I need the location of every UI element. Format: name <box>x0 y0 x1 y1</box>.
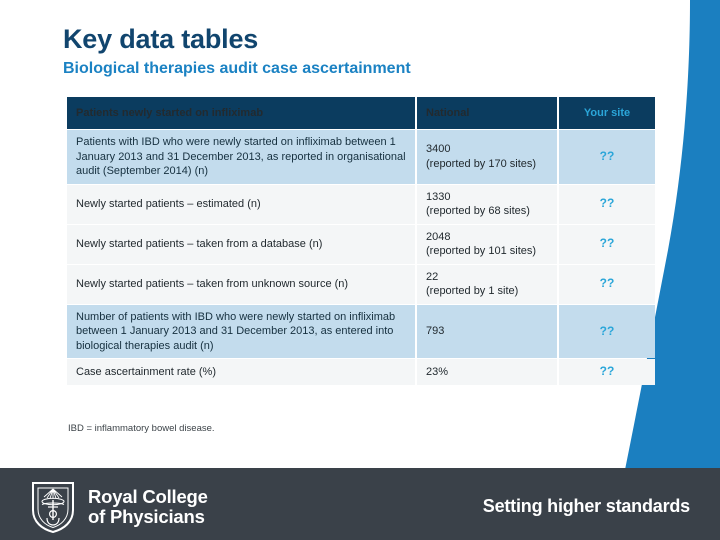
rcp-logo-line1: Royal College <box>88 486 208 508</box>
national-value-note: (reported by 170 sites) <box>426 157 537 170</box>
national-value: 23% <box>426 365 449 378</box>
shield-crest-icon <box>32 482 74 534</box>
national-value-cell: 22 (reported by 1 site) <box>417 264 557 304</box>
your-site-placeholder: ?? <box>559 304 655 359</box>
table-header: Patients newly started on infliximab Nat… <box>67 97 655 129</box>
row-label: Newly started patients – estimated (n) <box>67 184 415 224</box>
national-value-cell: 793 <box>417 304 557 359</box>
table-header-row: Patients newly started on infliximab Nat… <box>67 97 655 129</box>
title-block: Key data tables Biological therapies aud… <box>63 25 623 79</box>
national-value-note: (reported by 1 site) <box>426 285 519 298</box>
table-row: Newly started patients – taken from a da… <box>67 224 655 264</box>
your-site-placeholder: ?? <box>559 264 655 304</box>
table-row: Number of patients with IBD who were new… <box>67 304 655 359</box>
key-data-table-wrapper: Patients newly started on infliximab Nat… <box>65 96 655 386</box>
row-label: Newly started patients – taken from unkn… <box>67 264 415 304</box>
your-site-placeholder: ?? <box>559 224 655 264</box>
column-header-national: National <box>417 97 557 129</box>
table-row: Patients with IBD who were newly started… <box>67 130 655 184</box>
table-row: Newly started patients – estimated (n) 13… <box>67 184 655 224</box>
row-label: Patients with IBD who were newly started… <box>67 130 415 184</box>
national-value-cell: 3400 (reported by 170 sites) <box>417 130 557 184</box>
table-row: Newly started patients – taken from unkn… <box>67 264 655 304</box>
national-value-cell: 1330 (reported by 68 sites) <box>417 184 557 224</box>
national-value-cell: 2048 (reported by 101 sites) <box>417 224 557 264</box>
national-value: 1330 <box>426 190 451 203</box>
column-header-measure: Patients newly started on infliximab <box>67 97 415 129</box>
row-label: Case ascertainment rate (%) <box>67 359 415 386</box>
table-body: Patients with IBD who were newly started… <box>67 130 655 386</box>
national-value-note: (reported by 101 sites) <box>426 245 537 258</box>
column-header-your-site: Your site <box>559 97 655 129</box>
rcp-logo-line2: of Physicians <box>88 506 205 527</box>
page-subtitle: Biological therapies audit case ascertai… <box>63 60 411 78</box>
national-value: 3400 <box>426 143 451 156</box>
footer-tagline: Setting higher standards <box>482 496 690 516</box>
row-label: Newly started patients – taken from a da… <box>67 224 415 264</box>
national-value: 2048 <box>426 230 451 243</box>
row-label: Number of patients with IBD who were new… <box>67 304 415 359</box>
table-row: Case ascertainment rate (%) 23%?? <box>67 359 655 386</box>
national-value: 22 <box>426 270 439 283</box>
rcp-logo: Royal College of Physicians <box>30 480 208 534</box>
your-site-placeholder: ?? <box>559 184 655 224</box>
national-value: 793 <box>426 325 445 338</box>
your-site-placeholder: ?? <box>559 359 655 386</box>
footer-bar: Royal College of Physicians Setting high… <box>0 468 720 540</box>
slide-canvas: Key data tables Biological therapies aud… <box>0 0 720 540</box>
rcp-logo-text: Royal College of Physicians <box>88 487 208 527</box>
page-title: Key data tables <box>63 24 259 54</box>
national-value-cell: 23% <box>417 359 557 386</box>
footnote: IBD = inflammatory bowel disease. <box>68 423 215 434</box>
key-data-table: Patients newly started on infliximab Nat… <box>65 96 657 386</box>
your-site-placeholder: ?? <box>559 130 655 184</box>
national-value-note: (reported by 68 sites) <box>426 205 530 218</box>
